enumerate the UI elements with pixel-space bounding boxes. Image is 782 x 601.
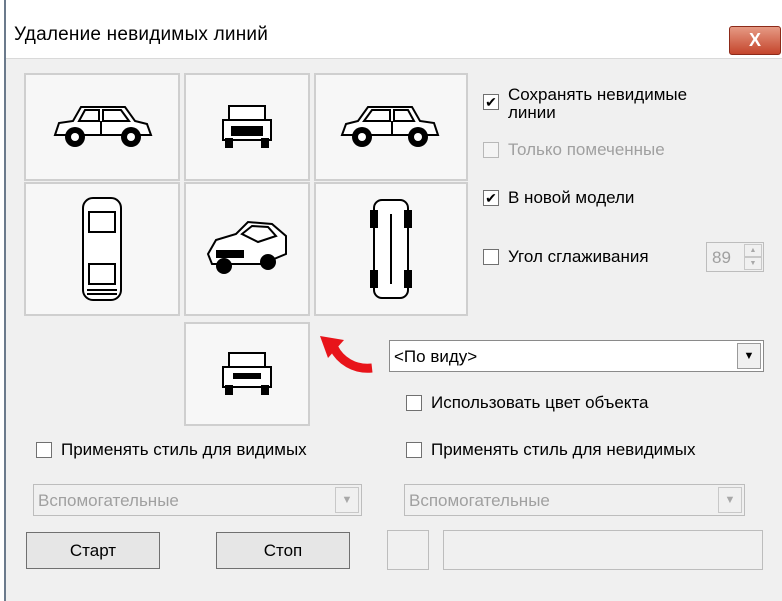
only-marked-checkbox[interactable]: Только помеченные [483,140,665,160]
only-marked-label: Только помеченные [508,140,665,159]
spin-down-icon[interactable]: ▼ [744,257,762,270]
car-front-icon [222,105,272,148]
chevron-down-icon[interactable]: ▼ [718,487,742,513]
smoothing-angle-label: Угол сглаживания [508,247,649,266]
use-object-color-label: Использовать цвет объекта [431,393,649,412]
car-side-right-icon [340,106,440,147]
car-bottom-icon [370,199,412,299]
view-right-tile[interactable] [314,73,468,181]
hidden-style-checkbox-box[interactable] [406,442,422,458]
car-side-left-icon [53,106,153,147]
smoothing-angle-checkbox[interactable]: Угол сглаживания [483,247,649,267]
view-bottom-tile[interactable] [314,182,468,316]
save-hidden-lines-checkbox[interactable]: ✔ Сохранять невидимые линии [483,86,687,122]
car-top-icon [82,197,122,301]
visible-style-label: Применять стиль для видимых [61,440,307,459]
chevron-down-icon[interactable]: ▼ [335,487,359,513]
new-model-checkbox[interactable]: ✔ В новой модели [483,188,634,208]
hidden-style-label: Применять стиль для невидимых [431,440,696,459]
only-marked-checkbox-box[interactable] [483,142,499,158]
progress-status-field [443,530,763,570]
smoothing-angle-spinner[interactable]: 89 ▲ ▼ [706,242,764,272]
hidden-lines-dialog: Удаление невидимых линий X ✔ Сохранять н… [4,0,782,601]
dialog-title: Удаление невидимых линий [14,24,269,45]
view-select-value: <По виду> [394,347,478,366]
new-model-checkbox-box[interactable]: ✔ [483,190,499,206]
view-rear-tile[interactable] [184,322,310,426]
new-model-label: В новой модели [508,188,635,207]
visible-style-select-value: Вспомогательные [38,491,179,510]
hidden-style-select-value: Вспомогательные [409,491,550,510]
save-hidden-checkbox-box[interactable]: ✔ [483,94,499,110]
car-iso-icon [206,220,287,274]
chevron-down-icon[interactable]: ▼ [737,343,761,369]
close-button[interactable]: X [729,26,781,55]
view-select[interactable]: <По виду> ▼ [389,340,764,372]
use-object-color-checkbox-box[interactable] [406,395,422,411]
hidden-style-checkbox[interactable]: Применять стиль для невидимых [406,440,696,460]
save-hidden-label: Сохранять невидимые линии [508,85,688,122]
view-left-tile[interactable] [24,73,180,181]
view-top-tile[interactable] [24,182,180,316]
visible-style-checkbox[interactable]: Применять стиль для видимых [36,440,307,460]
use-object-color-checkbox[interactable]: Использовать цвет объекта [406,393,649,413]
hidden-style-select[interactable]: Вспомогательные ▼ [404,484,745,516]
smoothing-angle-checkbox-box[interactable] [483,249,499,265]
spin-up-icon[interactable]: ▲ [744,244,762,257]
visible-style-select[interactable]: Вспомогательные ▼ [33,484,362,516]
red-curved-arrow-icon [320,336,373,373]
car-rear-icon [222,352,272,395]
view-iso-tile[interactable] [184,182,310,316]
progress-indicator-box [387,530,429,570]
smoothing-angle-value: 89 [712,248,731,267]
view-front-tile[interactable] [184,73,310,181]
visible-style-checkbox-box[interactable] [36,442,52,458]
start-button[interactable]: Старт [26,532,160,569]
title-bar: Удаление невидимых линий X [6,0,782,59]
stop-button[interactable]: Стоп [216,532,350,569]
